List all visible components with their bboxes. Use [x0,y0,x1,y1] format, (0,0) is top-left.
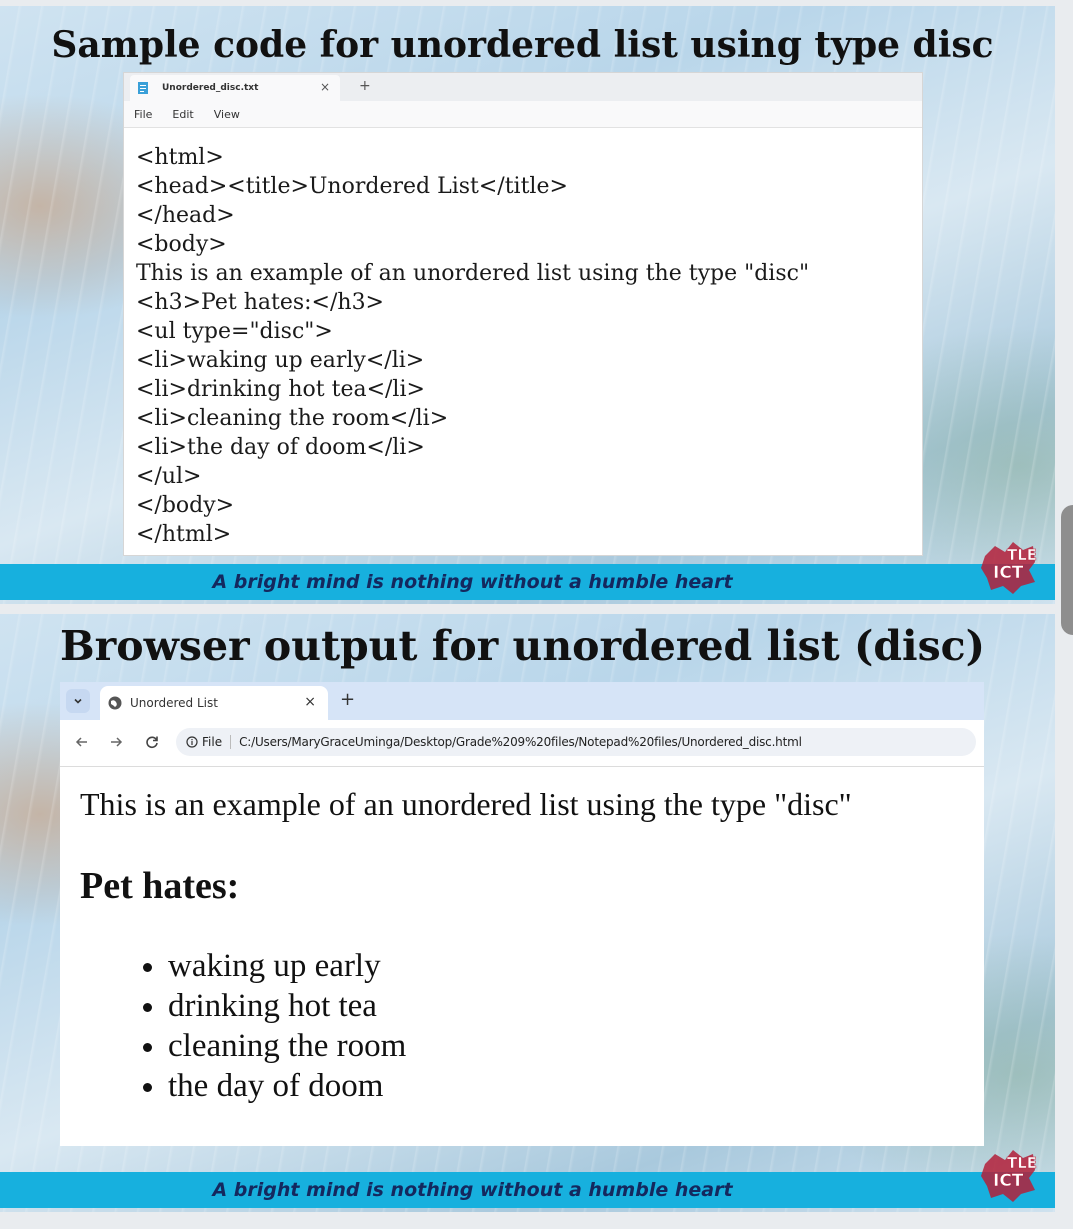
logo-text-tle: TLE [1007,1154,1037,1172]
code-line: <li>waking up early</li> [136,348,425,373]
code-line: <html> [136,145,224,170]
browser-window: Unordered List × + File C:/Users/MaryGra… [60,682,984,1146]
code-line: </html> [136,522,232,547]
address-bar[interactable]: File C:/Users/MaryGraceUminga/Desktop/Gr… [176,728,976,756]
code-line: <h3>Pet hates:</h3> [136,290,384,315]
browser-tab-bar: Unordered List × + [60,682,984,720]
tle-ict-logo: TLE ICT [981,1150,1037,1202]
code-line: This is an example of an unordered list … [136,261,810,286]
code-line: <li>cleaning the room</li> [136,406,449,431]
footer-band: A bright mind is nothing without a humbl… [0,1172,1055,1208]
url-separator [230,735,232,749]
back-arrow-icon[interactable] [74,734,90,750]
footer-motto: A bright mind is nothing without a humbl… [212,1179,733,1201]
code-line: <li>drinking hot tea</li> [136,377,425,402]
notepad-icon [138,82,148,94]
notepad-tab-bar: Unordered_disc.txt × + [124,73,922,101]
logo-text-ict: ICT [993,563,1024,583]
logo-text-tle: TLE [1007,546,1037,564]
footer-motto: A bright mind is nothing without a humbl… [212,571,733,593]
code-line: <head><title>Unordered List</title> [136,174,568,199]
code-line: <body> [136,232,227,257]
notepad-tab-name: Unordered_disc.txt [162,83,259,93]
page-heading: Pet hates: [80,865,240,907]
menu-file[interactable]: File [134,108,152,121]
browser-page-content: This is an example of an unordered list … [60,766,984,1146]
close-icon[interactable]: × [320,80,330,94]
new-tab-button[interactable]: + [340,689,355,710]
notepad-menu-bar: File Edit View [124,101,922,128]
footer-band: A bright mind is nothing without a humbl… [0,564,1055,600]
tle-ict-logo: TLE ICT [981,542,1037,594]
list-item: cleaning the room [168,1026,406,1066]
new-tab-button[interactable]: + [359,78,371,94]
logo-text-ict: ICT [993,1171,1024,1191]
url-scheme-label: File [202,735,223,749]
menu-view[interactable]: View [214,108,240,121]
globe-icon [108,696,122,710]
code-editor[interactable]: <html> <head><title>Unordered List</title… [136,143,809,549]
browser-tab[interactable]: Unordered List × [100,686,328,720]
slide-title: Browser output for unordered list (disc) [59,622,986,670]
reload-icon[interactable] [144,734,160,750]
menu-edit[interactable]: Edit [172,108,193,121]
slide-code-sample: Sample code for unordered list using typ… [0,6,1055,604]
slide-browser-output: Browser output for unordered list (disc)… [0,614,1055,1212]
list-item: the day of doom [168,1066,406,1106]
tab-search-button[interactable] [66,689,90,713]
notepad-window: Unordered_disc.txt × + File Edit View <h… [123,72,923,556]
code-line: </head> [136,203,235,228]
browser-tab-title: Unordered List [130,696,218,710]
code-line: <ul type="disc"> [136,319,333,344]
code-line: </ul> [136,464,202,489]
page-paragraph: This is an example of an unordered list … [80,786,852,822]
list-item: waking up early [168,946,406,986]
url-text[interactable]: C:/Users/MaryGraceUminga/Desktop/Grade%2… [239,735,802,749]
slide-title: Sample code for unordered list using typ… [51,24,994,66]
info-icon[interactable] [186,736,198,748]
code-line: </body> [136,493,235,518]
close-icon[interactable]: × [304,694,316,710]
browser-toolbar: File C:/Users/MaryGraceUminga/Desktop/Gr… [60,720,984,767]
scroll-handle[interactable] [1061,505,1073,635]
pet-hates-list: waking up early drinking hot tea cleanin… [80,946,406,1106]
chevron-down-icon [74,698,82,704]
list-item: drinking hot tea [168,986,406,1026]
notepad-tab[interactable]: Unordered_disc.txt × [130,75,340,101]
forward-arrow-icon[interactable] [108,734,124,750]
code-line: <li>the day of doom</li> [136,435,425,460]
